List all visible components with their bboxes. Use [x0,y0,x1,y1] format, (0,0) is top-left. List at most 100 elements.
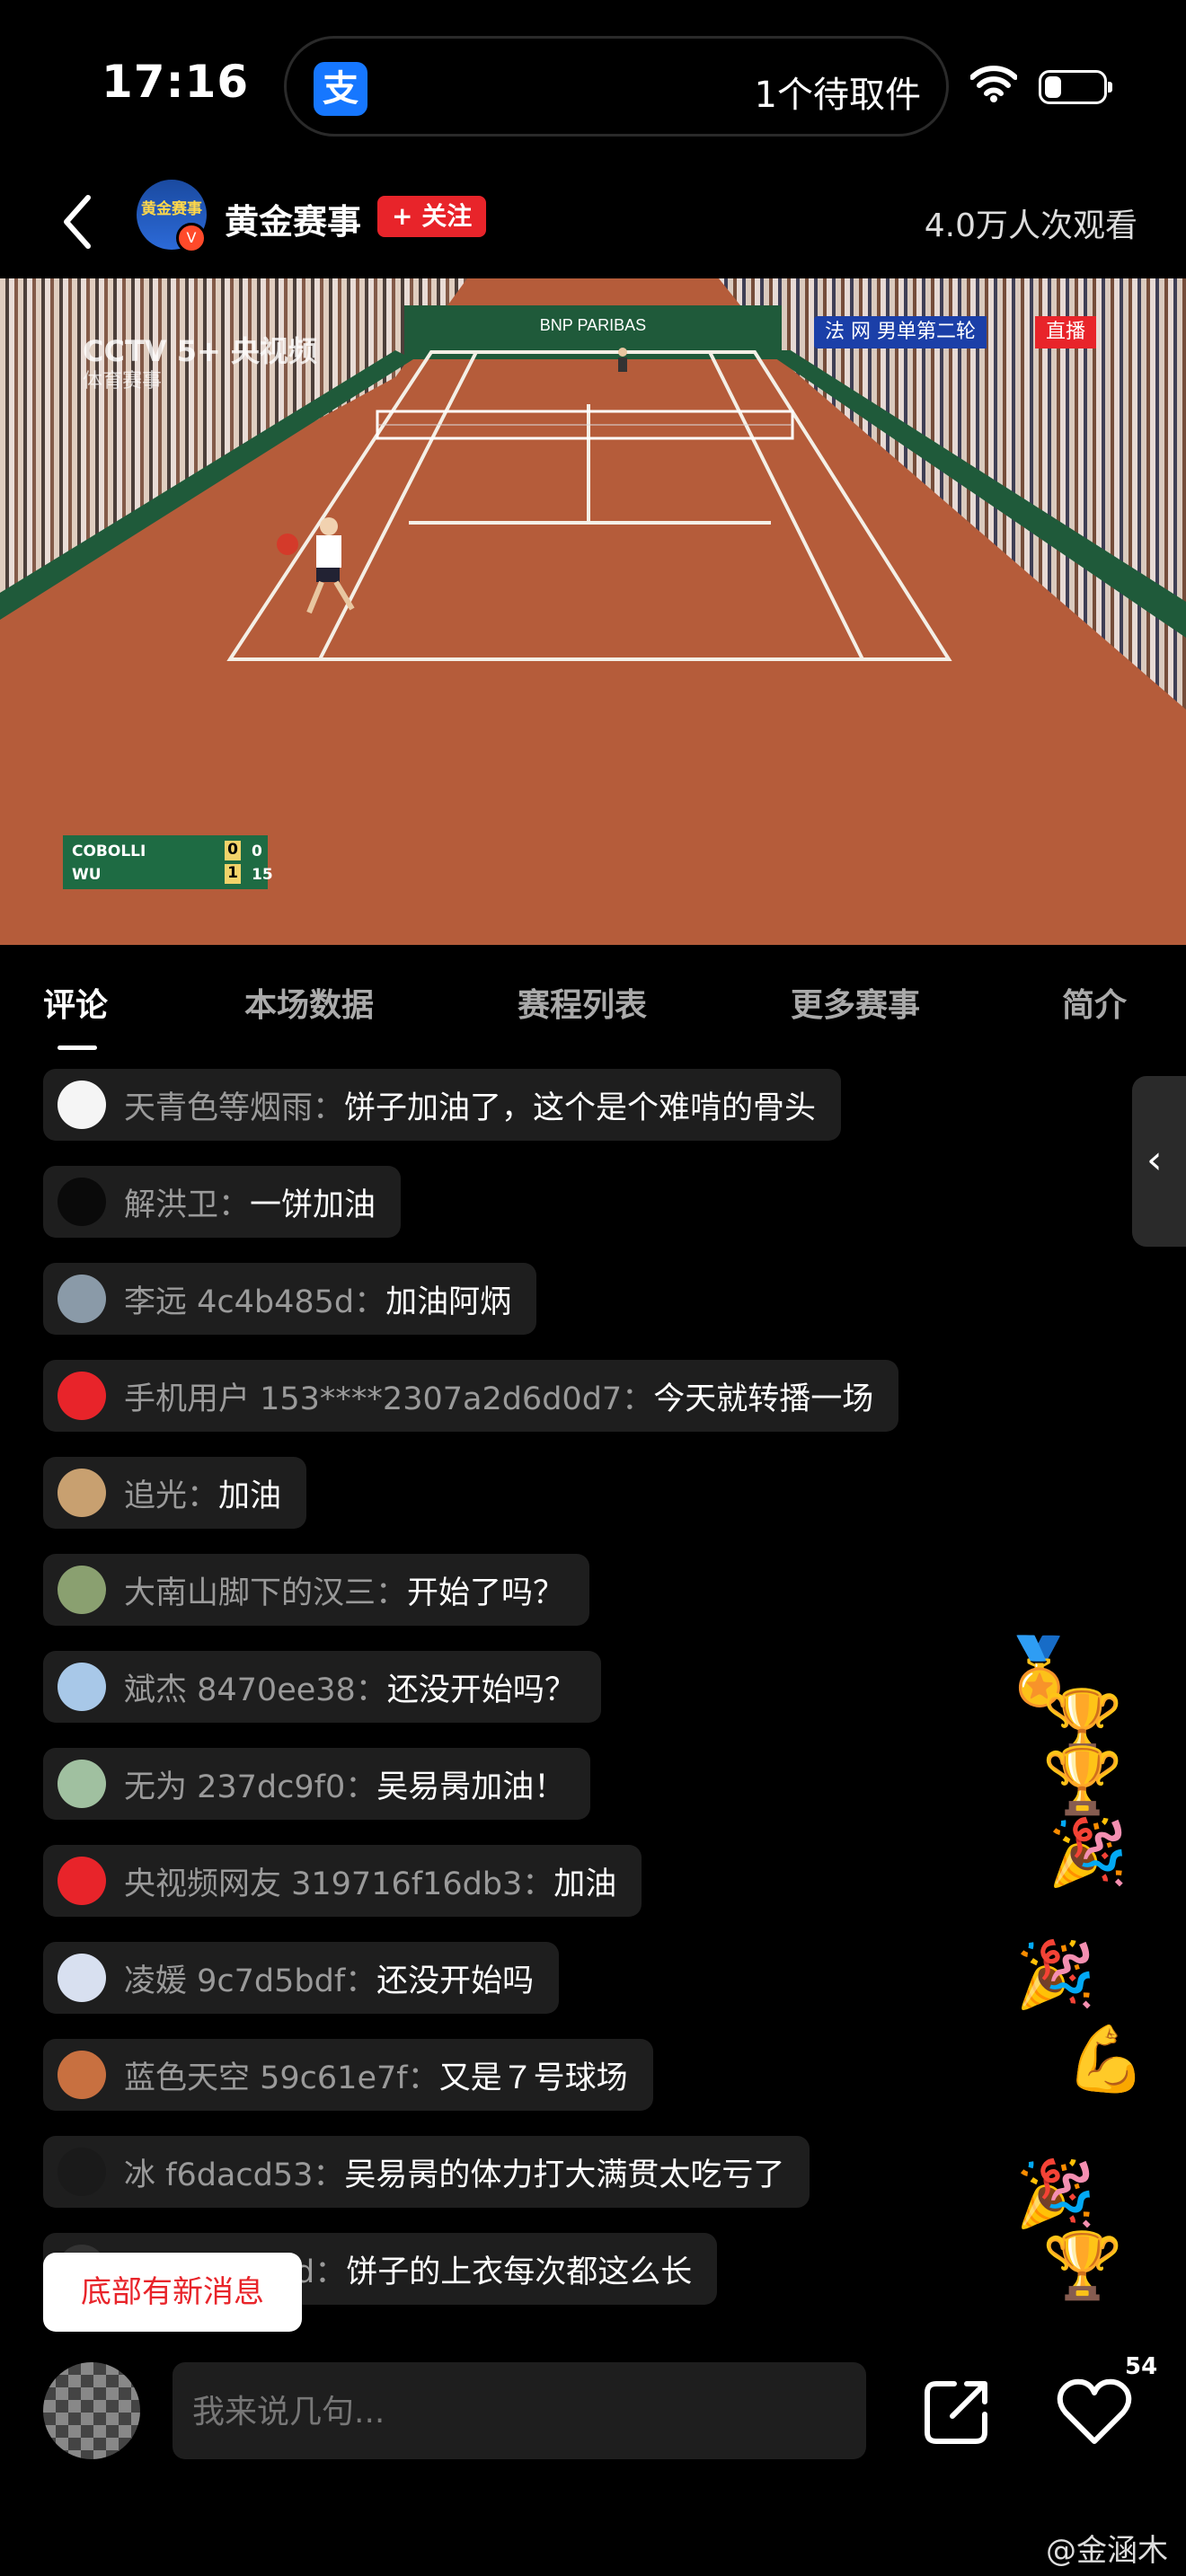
player-far [618,348,627,372]
comment-item[interactable]: 天青色等烟雨： 饼子加油了，这个是个难啃的骨头 [43,1069,842,1141]
commenter-avatar[interactable] [58,1372,106,1420]
user-avatar[interactable] [43,2362,140,2459]
commenter-name[interactable]: 冰 f6dacd53： [124,2149,344,2195]
commenter-avatar[interactable] [58,2051,106,2099]
commenter-name[interactable]: 天青色等烟雨： [124,1082,344,1128]
score-row: WU 1 15 [72,862,273,886]
commenter-name[interactable]: 大南山脚下的汉三： [124,1567,407,1613]
commenter-avatar[interactable] [58,1566,106,1614]
video-player[interactable]: BNP PARIBAS CCTV 5+ 央视频 体育赛事 法 网 男单第二轮 直… [0,278,1186,945]
pending-pickup-text: 1个待取件 [754,75,921,116]
comment-item[interactable]: 蓝色天空 59c61e7f： 又是７号球场 [43,2039,653,2111]
comment-item[interactable]: 解洪卫： 一饼加油 [43,1166,402,1238]
score-row: COBOLLI 0 0 [72,839,262,862]
bottom-bar: 54 [0,2353,1186,2479]
new-messages-button[interactable]: 底部有新消息 [43,2253,302,2332]
comment-item[interactable]: 无为 237dc9f0： 吴易昺加油！ [43,1748,591,1820]
comment-item[interactable]: 大南山脚下的汉三： 开始了吗？ [43,1554,590,1626]
set-score: 0 [225,841,241,860]
player-name: COBOLLI [72,842,146,860]
commenter-avatar[interactable] [58,1469,106,1517]
channel-name[interactable]: 黄金赛事 [225,194,361,243]
tab-comments[interactable]: 评论 [43,979,108,1026]
chevron-left-icon: ‹ [1146,1137,1163,1183]
trophy-icon: 🏆 [1042,2228,1123,2303]
comment-item[interactable]: 李远 4c4b485d： 加油阿炳 [43,1263,537,1335]
comment-text: 加油 [553,1866,617,1902]
comment-item[interactable]: 央视频网友 319716f16db3： 加油 [43,1845,642,1917]
comment-input-box[interactable] [173,2362,866,2461]
comment-item[interactable]: 斌杰 8470ee38： 还没开始吗？ [43,1651,601,1723]
point-score: 0 [252,842,262,860]
comment-text: 开始了吗？ [407,1575,565,1611]
tab-match-stats[interactable]: 本场数据 [244,979,374,1026]
commenter-name[interactable]: 无为 237dc9f0： [124,1761,376,1807]
commenter-avatar[interactable] [58,1954,106,2002]
verified-badge-icon: V [176,223,207,253]
back-icon[interactable] [56,190,110,253]
comment-text: 还没开始吗？ [386,1672,576,1708]
follow-button[interactable]: + 关注 [377,196,487,237]
commenter-name[interactable]: 央视频网友 319716f16db3： [124,1858,553,1904]
live-header: 黄金赛事 V 黄金赛事 + 关注 4.0万人次观看 [0,171,1186,278]
party-popper-icon: 🎉 [1048,1814,1128,1890]
comment-text: 今天就转播一场 [653,1381,874,1417]
party-popper-icon: 🎉 [1015,1936,1096,2012]
comment-text: 加油阿炳 [385,1284,512,1320]
comment-input[interactable] [190,2362,850,2461]
point-score: 15 [252,866,273,884]
alipay-icon: 支 [314,62,367,116]
tennis-net [376,410,794,440]
comment-text: 饼子加油了，这个是个难啃的骨头 [344,1090,817,1126]
trophy-icon: 🏆 [1042,1742,1123,1818]
comment-text: 还没开始吗 [376,1963,535,1999]
commenter-avatar[interactable] [58,1081,106,1129]
commenter-name[interactable]: 手机用户 153****2307a2d6d0d7： [124,1373,653,1419]
commenter-name[interactable]: 凌媛 9c7d5bdf： [124,1955,376,2001]
commenter-name[interactable]: 解洪卫： [124,1179,250,1225]
heart-icon[interactable] [1057,2377,1132,2448]
event-tag: 法 网 男单第二轮 [814,316,987,348]
comment-item[interactable]: 手机用户 153****2307a2d6d0d7： 今天就转播一场 [43,1360,899,1432]
player-name: WU [72,866,102,884]
comment-item[interactable]: 追光： 加油 [43,1457,307,1529]
viewer-count: 4.0万人次观看 [924,207,1137,244]
battery-icon [1039,70,1112,104]
commenter-name[interactable]: 斌杰 8470ee38： [124,1664,387,1710]
comment-text: 吴易昺的体力打大满贯太吃亏了 [344,2157,785,2193]
commenter-avatar[interactable] [58,2148,106,2196]
set-score: 1 [225,864,241,884]
commenter-name[interactable]: 李远 4c4b485d： [124,1276,385,1322]
channel-logo-text: 黄金赛事 [141,200,202,218]
commenter-avatar[interactable] [58,1178,106,1226]
status-time: 17:16 [102,56,250,108]
commenter-name[interactable]: 蓝色天空 59c61e7f： [124,2052,439,2098]
comment-text: 又是７号球场 [438,2060,628,2096]
flexed-biceps-icon: 💪 [1066,2021,1146,2096]
like-count: 54 [1125,2353,1158,2380]
tab-more-events[interactable]: 更多赛事 [791,979,920,1026]
comment-text: 饼子的上衣每次都这么长 [346,2254,693,2290]
wifi-icon [970,66,1017,102]
tab-intro[interactable]: 简介 [1062,979,1127,1026]
comment-text: 一饼加油 [250,1187,376,1223]
weibo-watermark: @金涵木 [1046,2533,1168,2569]
tab-schedule[interactable]: 赛程列表 [518,979,647,1026]
comment-item[interactable]: 凌媛 9c7d5bdf： 还没开始吗 [43,1942,560,2014]
scoreboard: COBOLLI 0 0 WU 1 15 [63,835,273,889]
comment-item[interactable]: 冰 f6dacd53： 吴易昺的体力打大满贯太吃亏了 [43,2136,810,2208]
commenter-avatar[interactable] [58,1275,106,1323]
tab-bar: 评论 本场数据 赛程列表 更多赛事 简介 [0,945,1186,1053]
live-badge: 直播 [1035,316,1097,348]
commenter-avatar[interactable] [58,1857,106,1905]
comment-text: 吴易昺加油！ [376,1769,566,1805]
court-banner-text: BNP PARIBAS [540,316,646,334]
active-tab-indicator [58,1045,97,1050]
channel-watermark-sub: 体育赛事 [83,370,163,393]
side-panel-toggle[interactable]: ‹ [1132,1076,1186,1247]
commenter-avatar[interactable] [58,1760,106,1808]
commenter-name[interactable]: 追光： [124,1470,218,1516]
commenter-avatar[interactable] [58,1663,106,1711]
share-icon[interactable] [916,2371,997,2452]
dynamic-island[interactable]: 支 1个待取件 [284,36,949,137]
